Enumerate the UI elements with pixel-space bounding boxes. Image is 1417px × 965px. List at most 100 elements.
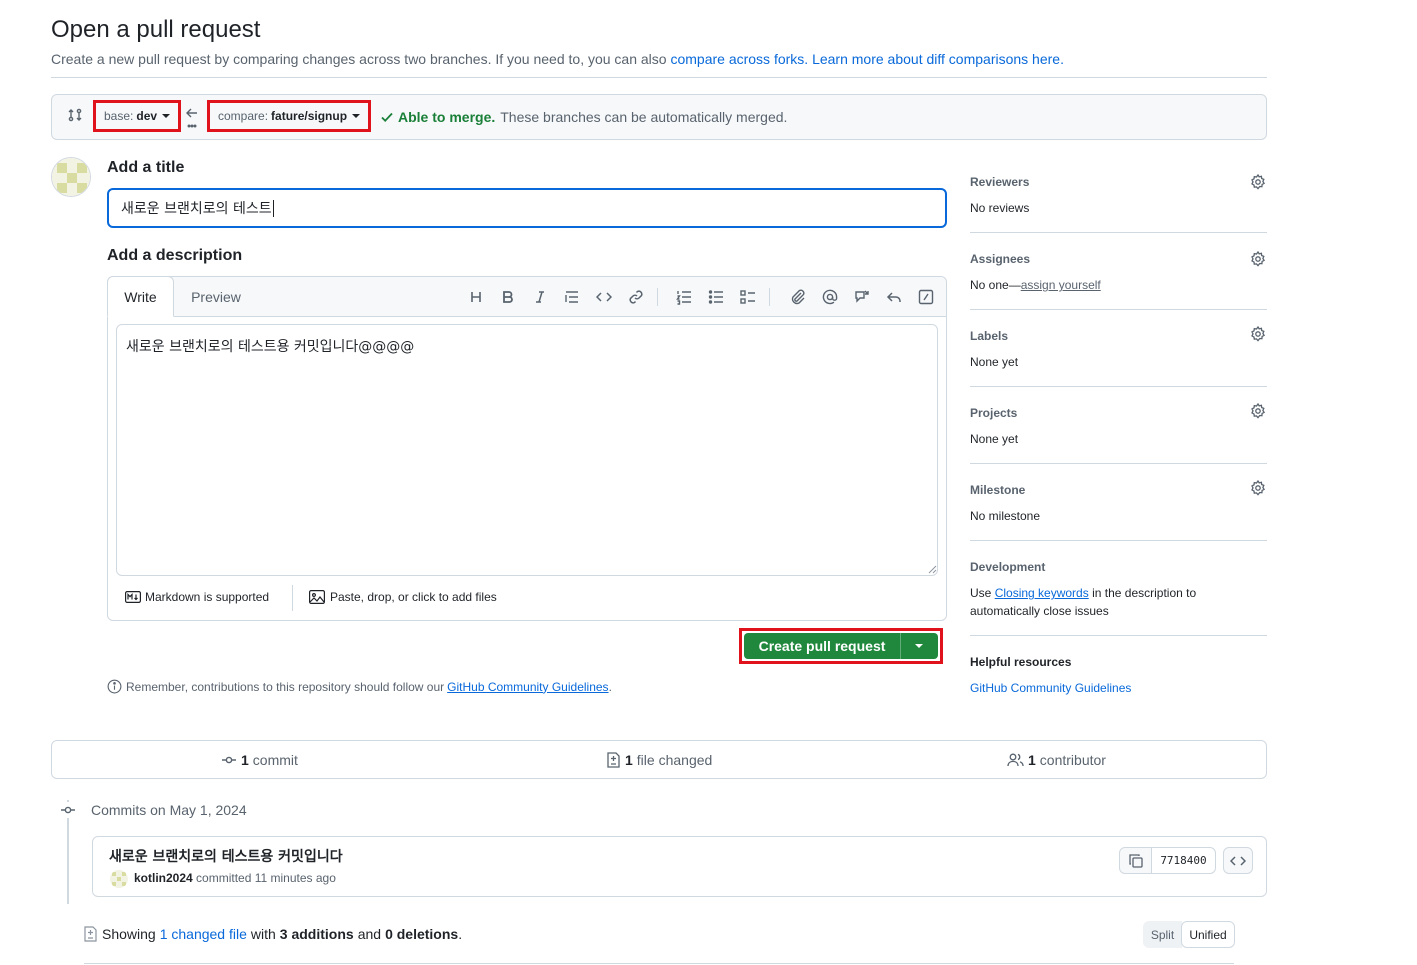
code-icon[interactable] xyxy=(593,286,615,308)
merge-status: Able to merge. These branches can be aut… xyxy=(380,109,787,125)
compare-label: compare: xyxy=(218,109,269,123)
commit-icon xyxy=(60,802,76,818)
create-pull-request-button[interactable]: Create pull request xyxy=(744,633,938,659)
link-icon[interactable] xyxy=(625,286,647,308)
reviewers-title[interactable]: Reviewers xyxy=(970,175,1029,189)
files-label: file changed xyxy=(636,752,713,768)
description-label: Add a description xyxy=(107,247,243,264)
assign-yourself-link[interactable]: assign yourself xyxy=(1021,278,1101,292)
chevron-down-icon xyxy=(915,644,923,648)
files-stat[interactable]: 1 file changed xyxy=(606,752,712,768)
toolbar-divider xyxy=(769,288,770,306)
reviewers-value: No reviews xyxy=(970,201,1030,215)
sidebar-guidelines-link[interactable]: GitHub Community Guidelines xyxy=(970,681,1131,695)
bold-icon[interactable] xyxy=(497,286,519,308)
milestone-value: No milestone xyxy=(970,509,1041,523)
title-input[interactable]: 새로운 브랜치로의 테스트 xyxy=(107,188,947,228)
markdown-note-text: Markdown is supported xyxy=(145,590,270,604)
avatar xyxy=(51,157,91,197)
labels-title[interactable]: Labels xyxy=(970,329,1008,343)
commits-stat[interactable]: 1 commit xyxy=(221,752,298,768)
unordered-list-icon[interactable] xyxy=(705,286,727,308)
commit-time: committed 11 minutes ago xyxy=(196,871,336,885)
learn-more-link[interactable]: Learn more about diff comparisons here. xyxy=(812,51,1064,67)
commit-icon xyxy=(221,752,237,768)
description-editor: Write Preview 새로운 브랜치로의 테스트용 커밋입니다@@@@ M… xyxy=(107,276,947,621)
commit-author[interactable]: kotlin2024 xyxy=(134,871,193,885)
assignees-title[interactable]: Assignees xyxy=(970,252,1030,266)
gear-icon[interactable] xyxy=(1250,174,1266,190)
gear-icon[interactable] xyxy=(1250,480,1266,496)
diff-summary: Showing 1 changed file with 3 additions … xyxy=(84,926,462,942)
compare-forks-link[interactable]: compare across forks. xyxy=(670,51,808,67)
copy-icon[interactable] xyxy=(1120,848,1152,873)
text-cursor xyxy=(272,199,274,217)
attach-icon[interactable] xyxy=(787,286,809,308)
title-input-value: 새로운 브랜치로의 테스트 xyxy=(121,201,272,217)
commit-group-label: Commits on May 1, 2024 xyxy=(91,802,247,818)
compare-value: fature/signup xyxy=(271,109,348,123)
files-count: 1 xyxy=(625,752,633,768)
and-text: and xyxy=(357,926,382,942)
development-text: Use Closing keywords in the description … xyxy=(970,586,1196,600)
commit-sha[interactable]: 7718400 xyxy=(1152,848,1215,873)
closing-keywords-link[interactable]: Closing keywords xyxy=(995,586,1089,600)
sidebar-divider xyxy=(970,635,1267,636)
merge-status-label: Able to merge. xyxy=(398,109,496,125)
ordered-list-icon[interactable] xyxy=(673,286,695,308)
markdown-icon xyxy=(125,591,141,603)
slash-command-icon[interactable] xyxy=(915,286,937,308)
mention-icon[interactable] xyxy=(819,286,841,308)
description-textarea[interactable]: 새로운 브랜치로의 테스트용 커밋입니다@@@@ xyxy=(116,324,938,576)
summary-end: . xyxy=(458,926,463,942)
commits-count: 1 xyxy=(241,752,249,768)
people-icon xyxy=(1007,752,1024,768)
chevron-down-icon xyxy=(162,113,171,118)
gear-icon[interactable] xyxy=(1250,326,1266,342)
commit-message[interactable]: 새로운 브랜치로의 테스트용 커밋입니다 xyxy=(109,846,343,866)
file-diff-icon xyxy=(84,926,97,942)
attach-files-note[interactable]: Paste, drop, or click to add files xyxy=(309,590,497,604)
community-guidelines-link[interactable]: GitHub Community Guidelines xyxy=(447,680,608,694)
reply-icon[interactable] xyxy=(883,286,905,308)
quote-icon[interactable] xyxy=(561,286,583,308)
page-title: Open a pull request xyxy=(51,16,261,43)
contributors-count: 1 xyxy=(1028,752,1036,768)
development-title: Development xyxy=(970,560,1046,574)
page-subtitle: Create a new pull request by comparing c… xyxy=(51,51,1064,67)
contributors-stat[interactable]: 1 contributor xyxy=(1007,752,1106,768)
cross-reference-icon[interactable] xyxy=(851,286,873,308)
italic-icon[interactable] xyxy=(529,286,551,308)
deletions-count: 0 deletions xyxy=(385,926,459,942)
projects-title[interactable]: Projects xyxy=(970,406,1017,420)
additions-count: 3 additions xyxy=(279,926,354,942)
merge-status-message: These branches can be automatically merg… xyxy=(500,109,788,125)
base-branch-select[interactable]: base: dev xyxy=(93,100,182,132)
resize-handle-icon[interactable] xyxy=(927,564,937,574)
chevron-down-icon xyxy=(352,113,361,118)
subtitle-text: Create a new pull request by comparing c… xyxy=(51,51,667,67)
footer-divider xyxy=(292,585,293,611)
assignees-value: No one—assign yourself xyxy=(970,278,1101,292)
showing-text: Showing xyxy=(102,926,156,942)
tab-preview[interactable]: Preview xyxy=(174,277,258,316)
unified-view-button[interactable]: Unified xyxy=(1181,921,1235,948)
gear-icon[interactable] xyxy=(1250,403,1266,419)
compare-branch-select[interactable]: compare: fature/signup xyxy=(207,100,372,132)
reminder-text: Remember, contributions to this reposito… xyxy=(126,679,445,694)
create-options-dropdown[interactable] xyxy=(901,644,937,648)
milestone-title[interactable]: Milestone xyxy=(970,483,1025,497)
tab-write[interactable]: Write xyxy=(107,276,174,317)
commit-author-avatar[interactable] xyxy=(110,870,128,888)
gear-icon[interactable] xyxy=(1250,251,1266,267)
heading-icon[interactable] xyxy=(465,286,487,308)
development-suffix: in the description to xyxy=(1092,586,1197,600)
commit-item: 새로운 브랜치로의 테스트용 커밋입니다 kotlin2024 committe… xyxy=(92,836,1267,897)
task-list-icon[interactable] xyxy=(737,286,759,308)
split-view-button[interactable]: Split xyxy=(1143,921,1182,948)
changed-file-link[interactable]: 1 changed file xyxy=(160,926,247,942)
labels-value: None yet xyxy=(970,355,1019,369)
markdown-note[interactable]: Markdown is supported xyxy=(125,590,269,604)
sidebar-divider xyxy=(970,386,1267,387)
browse-code-icon[interactable] xyxy=(1223,847,1253,874)
